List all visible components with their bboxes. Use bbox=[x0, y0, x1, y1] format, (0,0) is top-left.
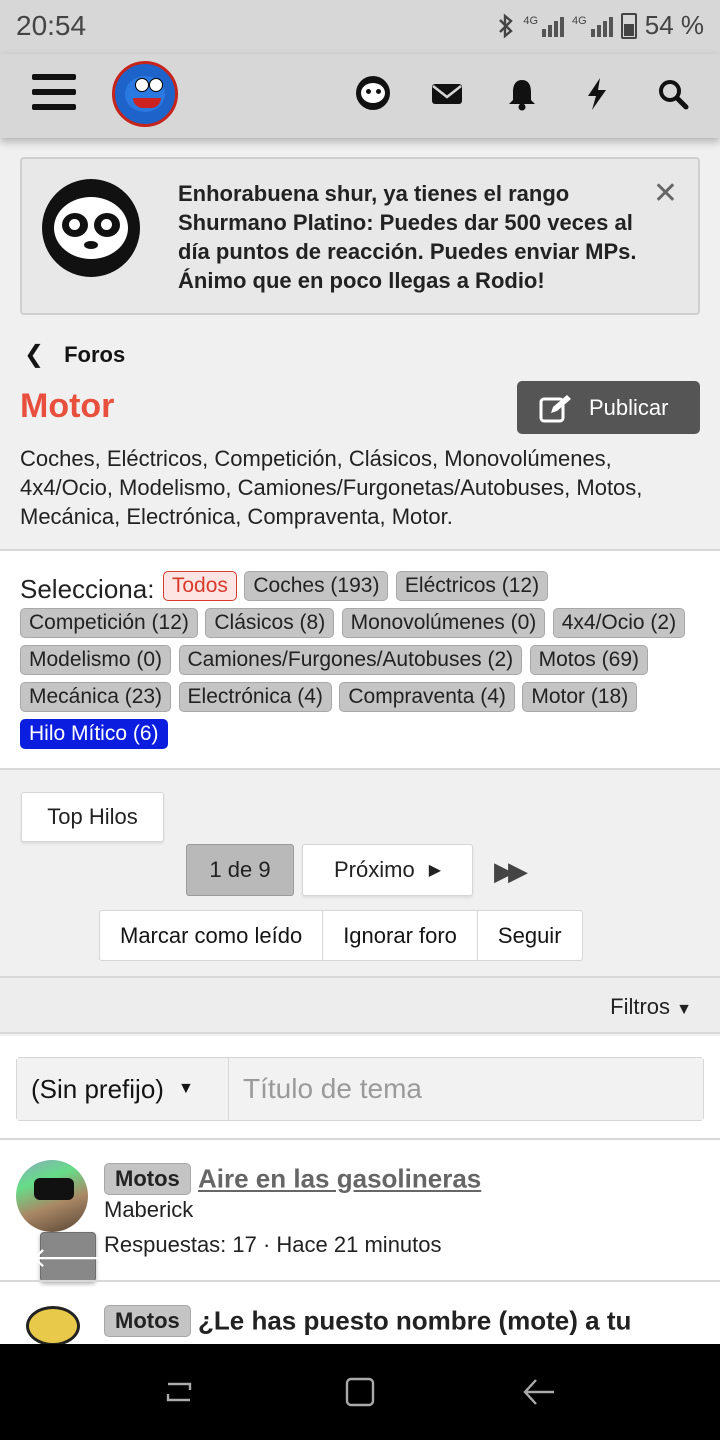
status-bar: 20:54 4G 4G 54 % bbox=[0, 0, 720, 54]
user-avatar-icon[interactable] bbox=[356, 76, 392, 112]
notice-message: Enhorabuena shur, ya tienes el rango Shu… bbox=[178, 181, 637, 293]
thread-title[interactable]: Aire en las gasolineras bbox=[198, 1164, 481, 1194]
signal-icon: 4G bbox=[523, 15, 565, 37]
top-hilos-button[interactable]: Top Hilos bbox=[21, 792, 164, 842]
mail-icon[interactable] bbox=[430, 76, 466, 112]
tag-coches[interactable]: Coches (193) bbox=[244, 571, 389, 601]
tag-monovolumenes[interactable]: Monovolúmenes (0) bbox=[341, 608, 546, 638]
thread-prefix[interactable]: Motos bbox=[104, 1163, 191, 1196]
recent-apps-icon[interactable] bbox=[164, 1376, 196, 1408]
forum-actions: Marcar como leído Ignorar foro Seguir bbox=[99, 910, 583, 961]
avatar[interactable] bbox=[16, 1160, 88, 1232]
app-header bbox=[0, 54, 720, 138]
page-title: Motor bbox=[20, 387, 115, 425]
home-icon[interactable] bbox=[344, 1376, 376, 1408]
system-nav-bar bbox=[0, 1344, 720, 1440]
publish-label: Publicar bbox=[589, 394, 669, 420]
thread-title-input[interactable] bbox=[229, 1058, 703, 1120]
battery-level: 54 % bbox=[644, 10, 704, 40]
prefix-select[interactable]: (Sin prefijo) ▼ bbox=[17, 1058, 229, 1120]
bell-icon[interactable] bbox=[506, 76, 542, 112]
filters-label: Filtros bbox=[610, 994, 671, 1019]
panda-avatar-icon bbox=[42, 179, 140, 277]
thread-author[interactable]: Maberick bbox=[104, 1197, 193, 1223]
divider bbox=[0, 1138, 720, 1140]
last-page-icon[interactable]: ▶▶ bbox=[494, 856, 528, 887]
back-arrow-icon[interactable]: 🡐 bbox=[30, 1232, 106, 1282]
mark-read-button[interactable]: Marcar como leído bbox=[100, 911, 324, 960]
follow-button[interactable]: Seguir bbox=[478, 911, 582, 960]
caret-right-icon: ▶ bbox=[428, 862, 441, 879]
tag-modelismo[interactable]: Modelismo (0) bbox=[20, 645, 172, 675]
tag-electronica[interactable]: Electrónica (4) bbox=[178, 682, 332, 712]
tag-hilo-mitico[interactable]: Hilo Mítico (6) bbox=[20, 719, 168, 749]
status-time: 20:54 bbox=[16, 10, 87, 41]
edit-icon bbox=[539, 394, 571, 422]
lightning-icon[interactable] bbox=[582, 76, 618, 112]
next-page-label: Próximo bbox=[334, 857, 415, 882]
bluetooth-icon bbox=[499, 12, 514, 39]
ignore-forum-button[interactable]: Ignorar foro bbox=[323, 911, 478, 960]
tag-compraventa[interactable]: Compraventa (4) bbox=[339, 682, 515, 712]
tag-todos[interactable]: Todos bbox=[162, 571, 237, 601]
new-thread-row: (Sin prefijo) ▼ bbox=[16, 1057, 704, 1121]
thread-title-row: Motos Aire en las gasolineras bbox=[104, 1162, 481, 1196]
tag-clasicos[interactable]: Clásicos (8) bbox=[205, 608, 335, 638]
tag-selector-label: Selecciona: bbox=[20, 574, 155, 604]
status-icons: 4G 4G 54 % bbox=[497, 10, 704, 41]
tag-camiones[interactable]: Camiones/Furgones/Autobuses (2) bbox=[178, 645, 523, 675]
caret-down-icon: ▼ bbox=[676, 1001, 692, 1018]
search-icon[interactable] bbox=[656, 76, 692, 112]
menu-icon[interactable] bbox=[32, 74, 76, 114]
divider bbox=[0, 1280, 720, 1282]
thread-title-row: Motos ¿Le has puesto nombre (mote) a tu bbox=[104, 1304, 631, 1338]
back-icon[interactable] bbox=[522, 1376, 556, 1408]
battery-icon bbox=[620, 12, 637, 39]
close-icon[interactable]: ✕ bbox=[653, 179, 678, 209]
rank-notice: Enhorabuena shur, ya tienes el rango Shu… bbox=[20, 157, 700, 315]
tag-4x4-ocio[interactable]: 4x4/Ocio (2) bbox=[552, 608, 686, 638]
filter-bar: Filtros ▼ bbox=[0, 976, 720, 1034]
publish-button[interactable]: Publicar bbox=[517, 381, 700, 434]
next-page-button[interactable]: Próximo ▶ bbox=[302, 844, 473, 896]
prefix-select-value: (Sin prefijo) bbox=[31, 1073, 164, 1104]
chevron-left-icon[interactable]: ❮ bbox=[24, 340, 44, 369]
page-indicator[interactable]: 1 de 9 bbox=[186, 844, 294, 896]
site-logo[interactable] bbox=[112, 61, 178, 127]
thread-title[interactable]: ¿Le has puesto nombre (mote) a tu bbox=[198, 1306, 631, 1336]
tag-mecanica[interactable]: Mecánica (23) bbox=[20, 682, 172, 712]
filters-button[interactable]: Filtros ▼ bbox=[610, 994, 692, 1020]
thread-prefix[interactable]: Motos bbox=[104, 1305, 191, 1338]
breadcrumb-label[interactable]: Foros bbox=[64, 342, 125, 368]
breadcrumb[interactable]: ❮ Foros bbox=[24, 340, 125, 369]
caret-down-icon: ▼ bbox=[177, 1080, 194, 1097]
thread-meta: Respuestas: 17 · Hace 21 minutos bbox=[104, 1232, 442, 1257]
forum-description: Coches, Eléctricos, Competición, Clásico… bbox=[20, 446, 643, 529]
tag-competicion[interactable]: Competición (12) bbox=[20, 608, 198, 638]
divider bbox=[0, 768, 720, 770]
tag-motos[interactable]: Motos (69) bbox=[529, 645, 648, 675]
tag-electricos[interactable]: Eléctricos (12) bbox=[395, 571, 549, 601]
tag-motor[interactable]: Motor (18) bbox=[522, 682, 638, 712]
top-hilos-label: Top Hilos bbox=[47, 804, 138, 829]
tag-selector: Selecciona: Todos Coches (193) Eléctrico… bbox=[20, 571, 710, 756]
signal-icon-2: 4G bbox=[572, 15, 613, 37]
